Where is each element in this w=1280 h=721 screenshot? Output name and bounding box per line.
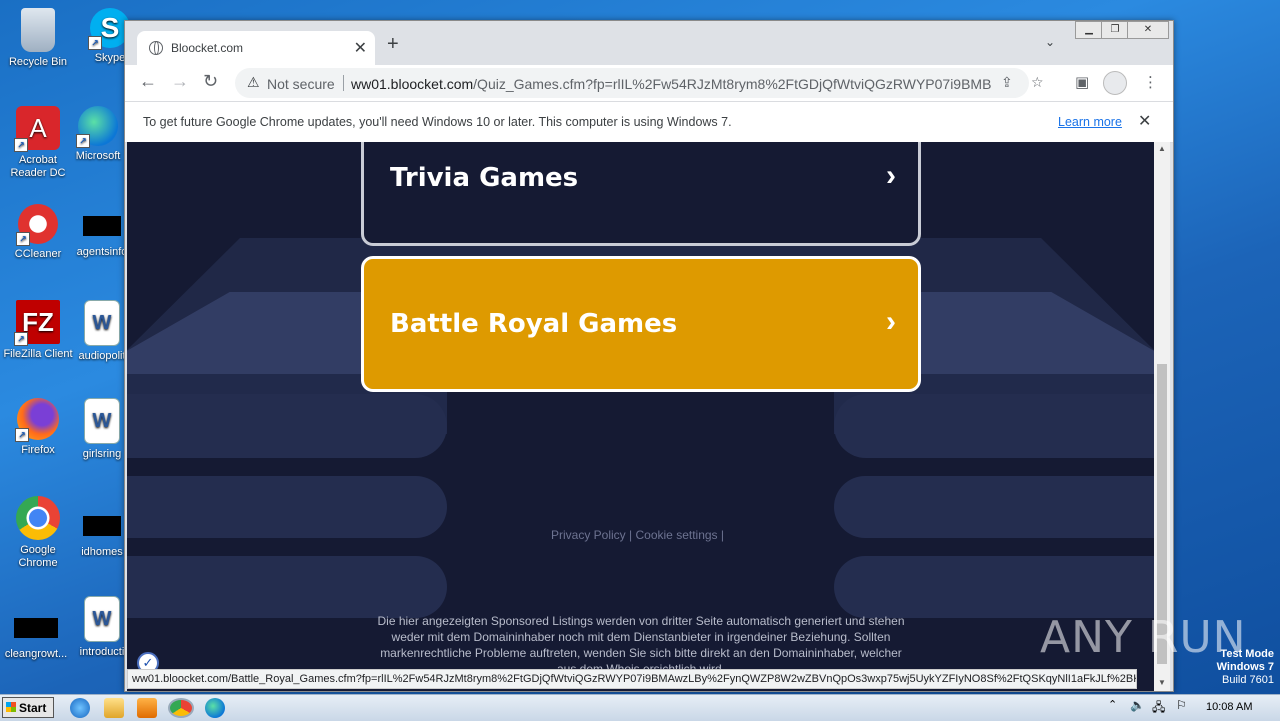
internet-explorer-icon[interactable] [70,698,90,718]
action-center-flag-icon[interactable]: ⚐ [1176,698,1190,718]
tab-bloocket[interactable]: Bloocket.com ✕ [137,31,375,65]
new-tab-button[interactable]: + [387,33,399,56]
forward-icon[interactable]: → [171,71,189,92]
bg-pill [834,476,1154,538]
bg-pill [127,556,447,618]
privacy-policy-link[interactable]: Privacy Policy [551,528,626,542]
learn-more-link[interactable]: Learn more [1058,115,1122,129]
build-label: Build 7601 [1222,674,1274,686]
scroll-up-icon[interactable]: ▲ [1158,144,1166,153]
desktop-icon-cleangrowt[interactable]: cleangrowt... [0,606,74,661]
test-mode-label: Test Mode [1220,648,1274,660]
footer-links: Privacy Policy | Cookie settings | [551,528,724,542]
not-secure-label[interactable]: Not secure [267,76,335,92]
back-icon[interactable]: ← [139,71,157,92]
tray-expand-icon[interactable]: ⌃ [1108,698,1122,718]
word-document-icon: W [84,596,120,642]
globe-icon [149,41,163,55]
side-panel-icon[interactable]: ▣ [1075,73,1089,91]
reload-icon[interactable]: ↻ [203,71,218,92]
volume-icon[interactable]: 🔈 [1130,698,1145,718]
chevron-right-icon: › [886,305,896,338]
update-infobar: To get future Google Chrome updates, you… [125,101,1173,143]
firefox-icon: ↗ [15,398,59,442]
file-explorer-icon[interactable] [104,698,124,718]
bg-pill [834,394,1154,458]
os-label: Windows 7 [1216,661,1274,673]
desktop-icon-label: Recycle Bin [8,56,68,68]
redacted-icon [14,618,58,638]
start-button[interactable]: Start [2,697,54,718]
redacted-icon [83,516,121,536]
word-document-icon: W [84,398,120,444]
redacted-icon [83,216,121,236]
chrome-icon [16,496,60,540]
card-label: Battle Royal Games [390,309,678,339]
maximize-button[interactable]: ❐ [1101,21,1129,39]
footer-divider: | [629,528,633,542]
edge-taskbar-icon[interactable] [205,698,225,718]
anyrun-watermark: ANY RUN [1040,612,1247,663]
test-mode-watermark: Test Mode Windows 7 Build 7601 [1217,648,1274,687]
edge-icon: ↗ [76,106,118,148]
toolbar: ← → ↻ ⚠ Not secure ww01.bloocket.com/Qui… [125,65,1173,101]
page-viewport: Trivia Games › Battle Royal Games › Priv… [127,142,1154,691]
tab-search-chevron-icon[interactable]: ⌄ [1045,35,1055,49]
address-url[interactable]: ww01.bloocket.com/Quiz_Games.cfm?fp=rlIL… [351,76,991,92]
kebab-menu-icon[interactable]: ⋮ [1143,73,1158,91]
bg-pill [834,556,1154,618]
desktop-icon-recycle-bin[interactable]: Recycle Bin [0,8,76,69]
desktop-icon-label: cleangrowt... [4,648,68,660]
word-document-icon: W [84,300,120,346]
chrome-window: Bloocket.com ✕ + ⌄ ▁ ❐ ✕ ← → ↻ ⚠ Not sec… [124,20,1174,692]
media-player-icon[interactable] [137,698,157,718]
sponsored-disclaimer: Die hier angezeigten Sponsored Listings … [377,614,905,676]
page-scrollbar[interactable]: ▲ ▼ [1154,142,1170,691]
bg-pill [127,476,447,538]
warning-icon: ⚠ [247,74,260,90]
recycle-bin-icon [21,8,55,52]
tab-title: Bloocket.com [171,41,244,55]
infobar-close-icon[interactable]: ✕ [1138,111,1151,131]
scroll-down-icon[interactable]: ▼ [1158,678,1166,687]
url-path: /Quiz_Games.cfm?fp=rlIL%2Fw54RJzMt8rym8%… [473,76,991,92]
taskbar-clock[interactable]: 10:08 AM [1206,701,1252,713]
card-label: Trivia Games [390,163,579,193]
trivia-games-card[interactable]: Trivia Games › [361,142,921,246]
battle-royal-games-card[interactable]: Battle Royal Games › [361,256,921,392]
share-icon[interactable]: ⇪ [1001,74,1013,91]
minimize-button[interactable]: ▁ [1075,21,1103,39]
chrome-taskbar-icon[interactable] [168,698,194,718]
network-icon[interactable]: 🖧 [1152,698,1166,718]
status-bubble-url: ww01.bloocket.com/Battle_Royal_Games.cfm… [127,669,1137,689]
chevron-right-icon: › [886,159,896,192]
footer-divider: | [720,528,725,542]
ccleaner-icon: ↗ [16,204,58,246]
cookie-settings-link[interactable]: Cookie settings [636,528,718,542]
address-separator [343,75,344,91]
url-host: ww01.bloocket.com [351,76,474,92]
filezilla-icon: FZ ↗ [14,300,60,346]
close-window-button[interactable]: ✕ [1127,21,1169,39]
bg-pill [127,394,447,458]
address-bar[interactable]: ⚠ Not secure ww01.bloocket.com/Quiz_Game… [235,68,1044,98]
bookmark-star-icon[interactable]: ☆ [1031,74,1044,91]
taskbar: Start ⌃ 🔈 🖧 ⚐ 10:08 AM [0,694,1280,721]
acrobat-icon: A ↗ [14,106,60,152]
profile-avatar-icon[interactable] [1103,71,1127,95]
infobar-message: To get future Google Chrome updates, you… [143,115,732,129]
close-tab-icon[interactable]: ✕ [354,38,367,58]
tab-strip: Bloocket.com ✕ + ⌄ ▁ ❐ ✕ [125,21,1173,65]
